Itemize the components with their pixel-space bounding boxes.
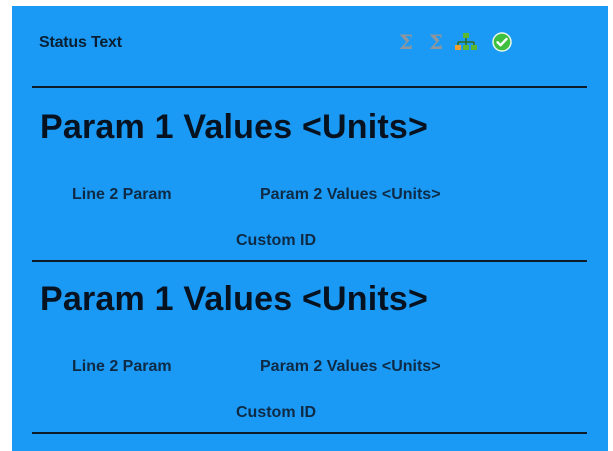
custom-id: Custom ID [236, 232, 316, 249]
param2-value: Param 2 Values <Units> [260, 186, 441, 203]
divider [32, 432, 587, 434]
param1-value: Param 1 Values <Units> [40, 280, 429, 318]
param1-value: Param 1 Values <Units> [40, 108, 429, 146]
panel-header: Status Text Σ Σ [12, 6, 608, 86]
custom-id: Custom ID [236, 404, 316, 421]
sigma-icon[interactable]: Σ [395, 31, 417, 53]
header-icons: Σ Σ [395, 30, 521, 54]
divider [32, 86, 587, 88]
status-text: Status Text [39, 34, 122, 51]
status-panel: Status Text Σ Σ Param 1 Values <Units> L… [12, 6, 608, 451]
divider [32, 260, 587, 262]
checkmark-circle-icon[interactable] [491, 31, 513, 53]
hierarchy-icon[interactable] [455, 31, 477, 53]
sigma-icon[interactable]: Σ [425, 31, 447, 53]
param2-value: Param 2 Values <Units> [260, 358, 441, 375]
line2-param-label: Line 2 Param [72, 358, 172, 375]
line2-param-label: Line 2 Param [72, 186, 172, 203]
